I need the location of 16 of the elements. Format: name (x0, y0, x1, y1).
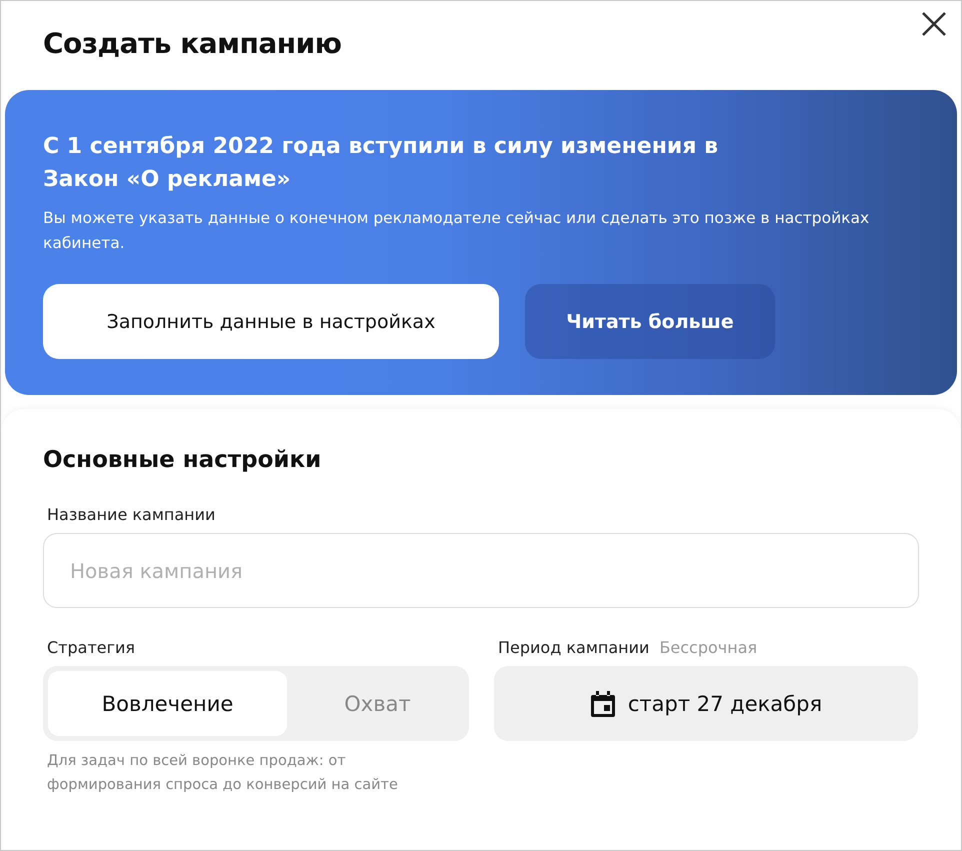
period-note: Бессрочная (659, 638, 758, 657)
calendar-icon (590, 690, 616, 718)
field-label: Стратегия (46, 638, 136, 657)
dialog-title: Создать кампанию (43, 27, 342, 60)
field-label: Период кампании (497, 638, 650, 657)
banner-text: Вы можете указать данные о конечном рекламодателе сейчас или сделать это позже в настройках кабинета. (43, 208, 870, 254)
strategy-option[interactable]: Вовлечение (48, 671, 287, 736)
strategy-hint: Для задач по всей воронке продаж: от формирования спроса до конверсий на сайте (46, 752, 399, 795)
close-icon[interactable] (921, 11, 947, 37)
start-date-button[interactable]: старт 27 декабря (494, 666, 918, 741)
section-title: Основные настройки (43, 447, 322, 473)
read-more-button[interactable]: Читать больше (525, 284, 775, 359)
banner-heading: С 1 сентября 2022 года вступили в силу изменения в Закон «О рекламе» (43, 133, 720, 194)
campaign-name-field[interactable]: Новая кампания (43, 533, 919, 608)
fill-settings-button[interactable]: Заполнить данные в настройках (43, 284, 499, 359)
field-label: Название кампании (46, 505, 216, 524)
